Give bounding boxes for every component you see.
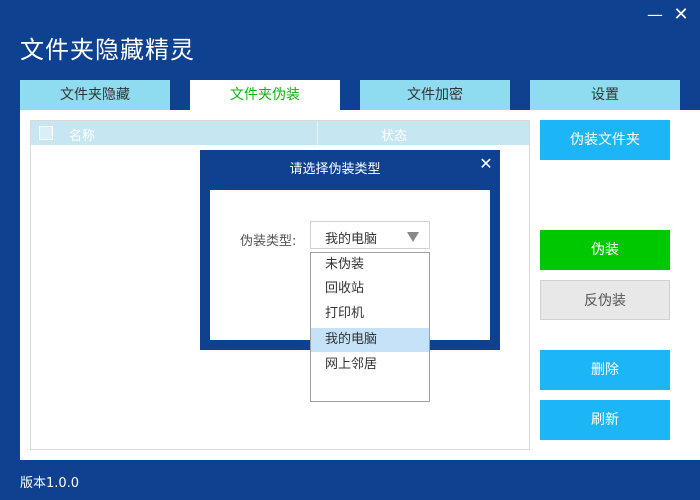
tab-file-encrypt[interactable]: 文件加密 — [360, 80, 510, 110]
column-header-status[interactable]: 状态 — [381, 125, 407, 144]
tab-settings[interactable]: 设置 — [530, 80, 680, 110]
disguise-type-label: 伪装类型: — [240, 234, 297, 249]
select-all-checkbox[interactable] — [39, 126, 53, 140]
column-divider — [317, 121, 318, 145]
tab-folder-hide[interactable]: 文件夹隐藏 — [20, 80, 170, 110]
option-printer[interactable]: 打印机 — [311, 302, 429, 326]
select-value: 我的电脑 — [325, 232, 378, 247]
column-header-name[interactable]: 名称 — [69, 125, 95, 144]
disguise-type-select[interactable]: 我的电脑 — [310, 221, 430, 249]
dialog-close-button[interactable]: ✕ — [476, 154, 496, 174]
option-my-computer[interactable]: 我的电脑 — [311, 328, 429, 352]
triangle-down-icon — [407, 232, 419, 242]
disguise-folder-button[interactable]: 伪装文件夹 — [540, 120, 670, 160]
app-title: 文件夹隐藏精灵 — [20, 36, 195, 64]
undisguise-button[interactable]: 反伪装 — [540, 280, 670, 320]
dialog-title: 请选择伪装类型 — [289, 162, 381, 177]
option-recycle-bin[interactable]: 回收站 — [311, 277, 429, 301]
version-label: 版本1.0.0 — [20, 476, 80, 491]
list-header: 名称 状态 — [31, 121, 529, 145]
disguise-button[interactable]: 伪装 — [540, 230, 670, 270]
option-network-neighborhood[interactable]: 网上邻居 — [311, 353, 429, 377]
disguise-type-dropdown: 未伪装 回收站 打印机 我的电脑 网上邻居 — [310, 252, 430, 402]
tab-folder-disguise[interactable]: 文件夹伪装 — [190, 80, 340, 110]
delete-button[interactable]: 删除 — [540, 350, 670, 390]
minimize-button[interactable]: — — [644, 4, 666, 26]
window-close-button[interactable]: ✕ — [670, 4, 692, 26]
option-not-disguised[interactable]: 未伪装 — [311, 253, 429, 277]
refresh-button[interactable]: 刷新 — [540, 400, 670, 440]
